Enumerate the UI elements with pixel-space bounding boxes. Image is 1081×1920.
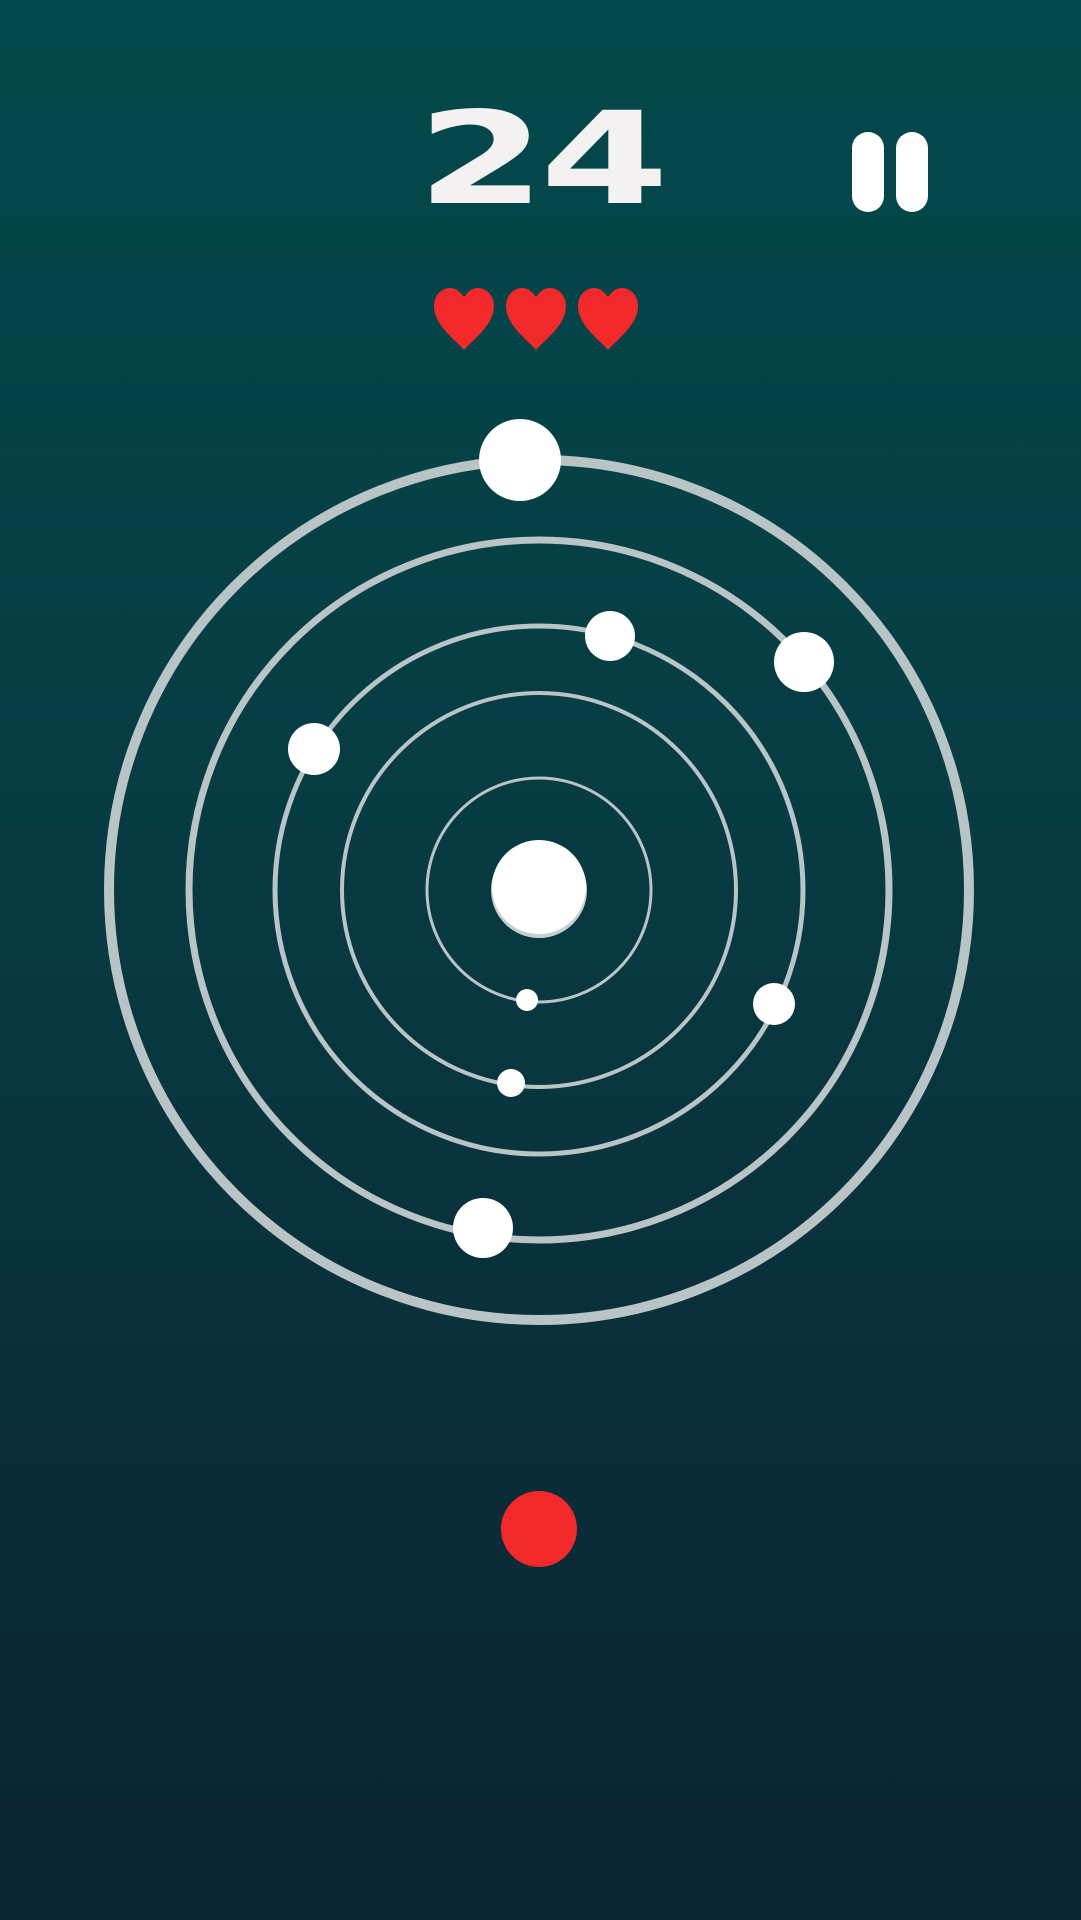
orbiting-planet xyxy=(288,723,340,775)
orbiting-planet xyxy=(774,632,834,692)
central-core-highlight xyxy=(492,840,586,934)
orbit-system xyxy=(104,419,974,1325)
orbiting-planet xyxy=(453,1198,513,1258)
player-projectile[interactable] xyxy=(501,1491,577,1567)
orbiting-planet xyxy=(516,989,538,1011)
orbiting-planet xyxy=(479,419,561,501)
orbiting-planet xyxy=(497,1069,525,1097)
orbiting-planet xyxy=(585,611,635,661)
orbiting-planet xyxy=(753,983,795,1025)
